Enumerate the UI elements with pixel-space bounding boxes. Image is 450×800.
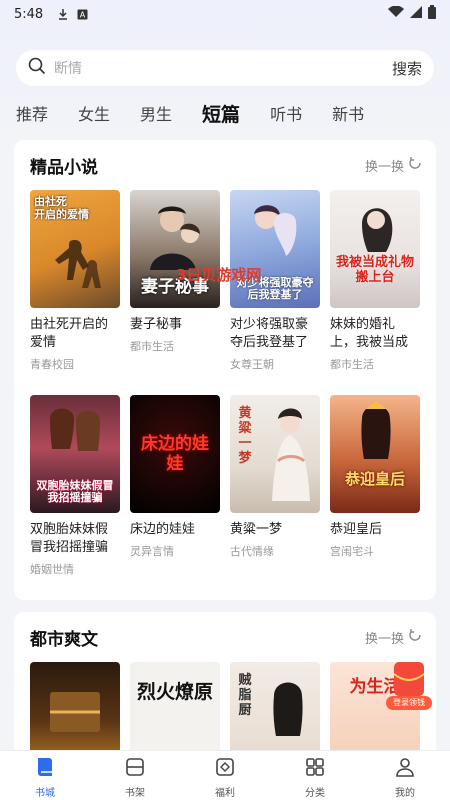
book-cover: 妻子秘事 [130,190,220,308]
app-notification-icon: A [77,9,88,20]
cover-title: 恭迎皇后 [344,470,405,488]
book-icon [34,756,56,782]
login-reward-label: 登录领钱 [393,698,425,707]
nav-bookstore[interactable]: 书城 [0,751,90,800]
nav-welfare[interactable]: 福利 [180,751,270,800]
tab-recommend[interactable]: 推荐 [16,101,48,125]
bottom-nav: 书城 书架 福利 分类 我的 [0,750,450,800]
book-genre: 灵异言情 [130,545,174,558]
watermark-text: 3日贝游戏网 [176,266,262,284]
book-item[interactable]: 黄粱一梦 黄粱一梦 古代情缘 [230,395,320,559]
wifi-icon [388,5,404,22]
tab-female[interactable]: 女生 [78,101,110,125]
bookshelf-icon [124,756,146,782]
cover-title: 黄粱一梦 [238,406,252,466]
book-title: 黄粱一梦 [230,522,283,537]
cover-title: 贼脂厨 [238,673,252,718]
download-icon [57,8,69,20]
nav-label: 分类 [305,788,325,799]
book-genre: 古代情缘 [230,545,274,558]
book-item[interactable]: 我被当成礼物搬上台 妹妹的婚礼上，我被当成礼物搬上台 都市生活 [330,190,420,372]
search-button[interactable]: 搜索 [392,58,422,79]
book-item[interactable]: 双胞胎妹妹假冒我招摇撞骗 双胞胎妹妹假冒我招摇撞骗 婚姻世情 [30,395,120,577]
book-cover: 恭迎皇后 [330,395,420,513]
section-title: 都市爽文 [30,629,98,650]
refresh-icon [408,156,422,174]
book-cover: 对少将强取豪夺后我登基了 [230,190,320,308]
nav-bookshelf[interactable]: 书架 [90,751,180,800]
tab-new-books[interactable]: 新书 [332,101,364,125]
search-bar[interactable]: 断情 搜索 [16,50,434,86]
cover-title: 双胞胎妹妹假冒我招摇撞骗 [36,478,114,505]
cover-title: 由社死 开启的爱情 [34,195,89,221]
signal-icon [410,6,422,22]
tab-audiobook[interactable]: 听书 [270,101,302,125]
status-time: 5:48 [14,6,44,22]
login-reward-badge[interactable]: 登录领钱 [386,660,432,710]
book-genre: 婚姻世情 [30,563,74,576]
book-title: 由社死开启的爱情 [30,317,109,350]
book-title: 双胞胎妹妹假冒我招摇撞骗 [30,522,109,555]
book-cover: 黄粱一梦 [230,395,320,513]
book-item[interactable]: 由社死 开启的爱情 由社死开启的爱情 青春校园 [30,190,120,372]
refresh-label: 换一换 [364,159,404,175]
cover-title: 我被当成礼物搬上台 [335,255,414,285]
book-title: 对少将强取豪夺后我登基了 [230,317,309,350]
section-card-premium: 精品小说 换一换 由社死 开启的爱情 由社死开启的爱情 青春校园 妻子秘事 妻子… [14,140,436,600]
refresh-button[interactable]: 换一换 [365,628,422,647]
nav-label: 书城 [35,788,55,799]
nav-label: 书架 [125,788,145,799]
section-header: 精品小说 换一换 [30,154,422,178]
book-genre: 宫闱宅斗 [330,545,374,558]
book-item[interactable]: 床边的娃娃 床边的娃娃 灵异言情 [130,395,220,559]
status-bar: 5:48 A [0,0,450,28]
battery-icon [428,5,436,23]
section-title: 精品小说 [30,157,98,178]
book-item[interactable]: 恭迎皇后 恭迎皇后 宫闱宅斗 [330,395,420,559]
book-cover: 我被当成礼物搬上台 [330,190,420,308]
book-title: 床边的娃娃 [130,522,196,537]
book-title: 妻子秘事 [130,317,183,332]
book-title: 恭迎皇后 [330,522,383,537]
tab-short[interactable]: 短篇 [202,100,240,127]
nav-category[interactable]: 分类 [270,751,360,800]
refresh-label: 换一换 [364,631,404,647]
book-genre: 青春校园 [30,358,74,371]
refresh-icon [408,628,422,646]
tab-male[interactable]: 男生 [140,101,172,125]
book-cover: 双胞胎妹妹假冒我招摇撞骗 [30,395,120,513]
book-title: 妹妹的婚礼上，我被当成礼物搬上台 [330,317,409,350]
section-header: 都市爽文 换一换 [30,626,422,650]
gift-diamond-icon [214,756,236,782]
person-icon [394,756,416,782]
nav-label: 我的 [395,788,415,799]
category-tabs: 推荐 女生 男生 短篇 听书 新书 [16,100,436,126]
refresh-button[interactable]: 换一换 [365,156,422,175]
grid-icon [304,756,326,782]
book-genre: 女尊王朝 [230,358,274,371]
cover-title: 床边的娃娃 [141,434,209,474]
search-input[interactable]: 断情 [54,58,392,78]
book-cover: 由社死 开启的爱情 [30,190,120,308]
svg-text:A: A [80,10,86,19]
search-icon [28,57,46,79]
book-genre: 都市生活 [330,358,374,371]
nav-label: 福利 [215,788,235,799]
book-cover: 床边的娃娃 [130,395,220,513]
nav-profile[interactable]: 我的 [360,751,450,800]
book-genre: 都市生活 [130,340,174,353]
cover-title: 烈火燎原 [136,681,213,703]
